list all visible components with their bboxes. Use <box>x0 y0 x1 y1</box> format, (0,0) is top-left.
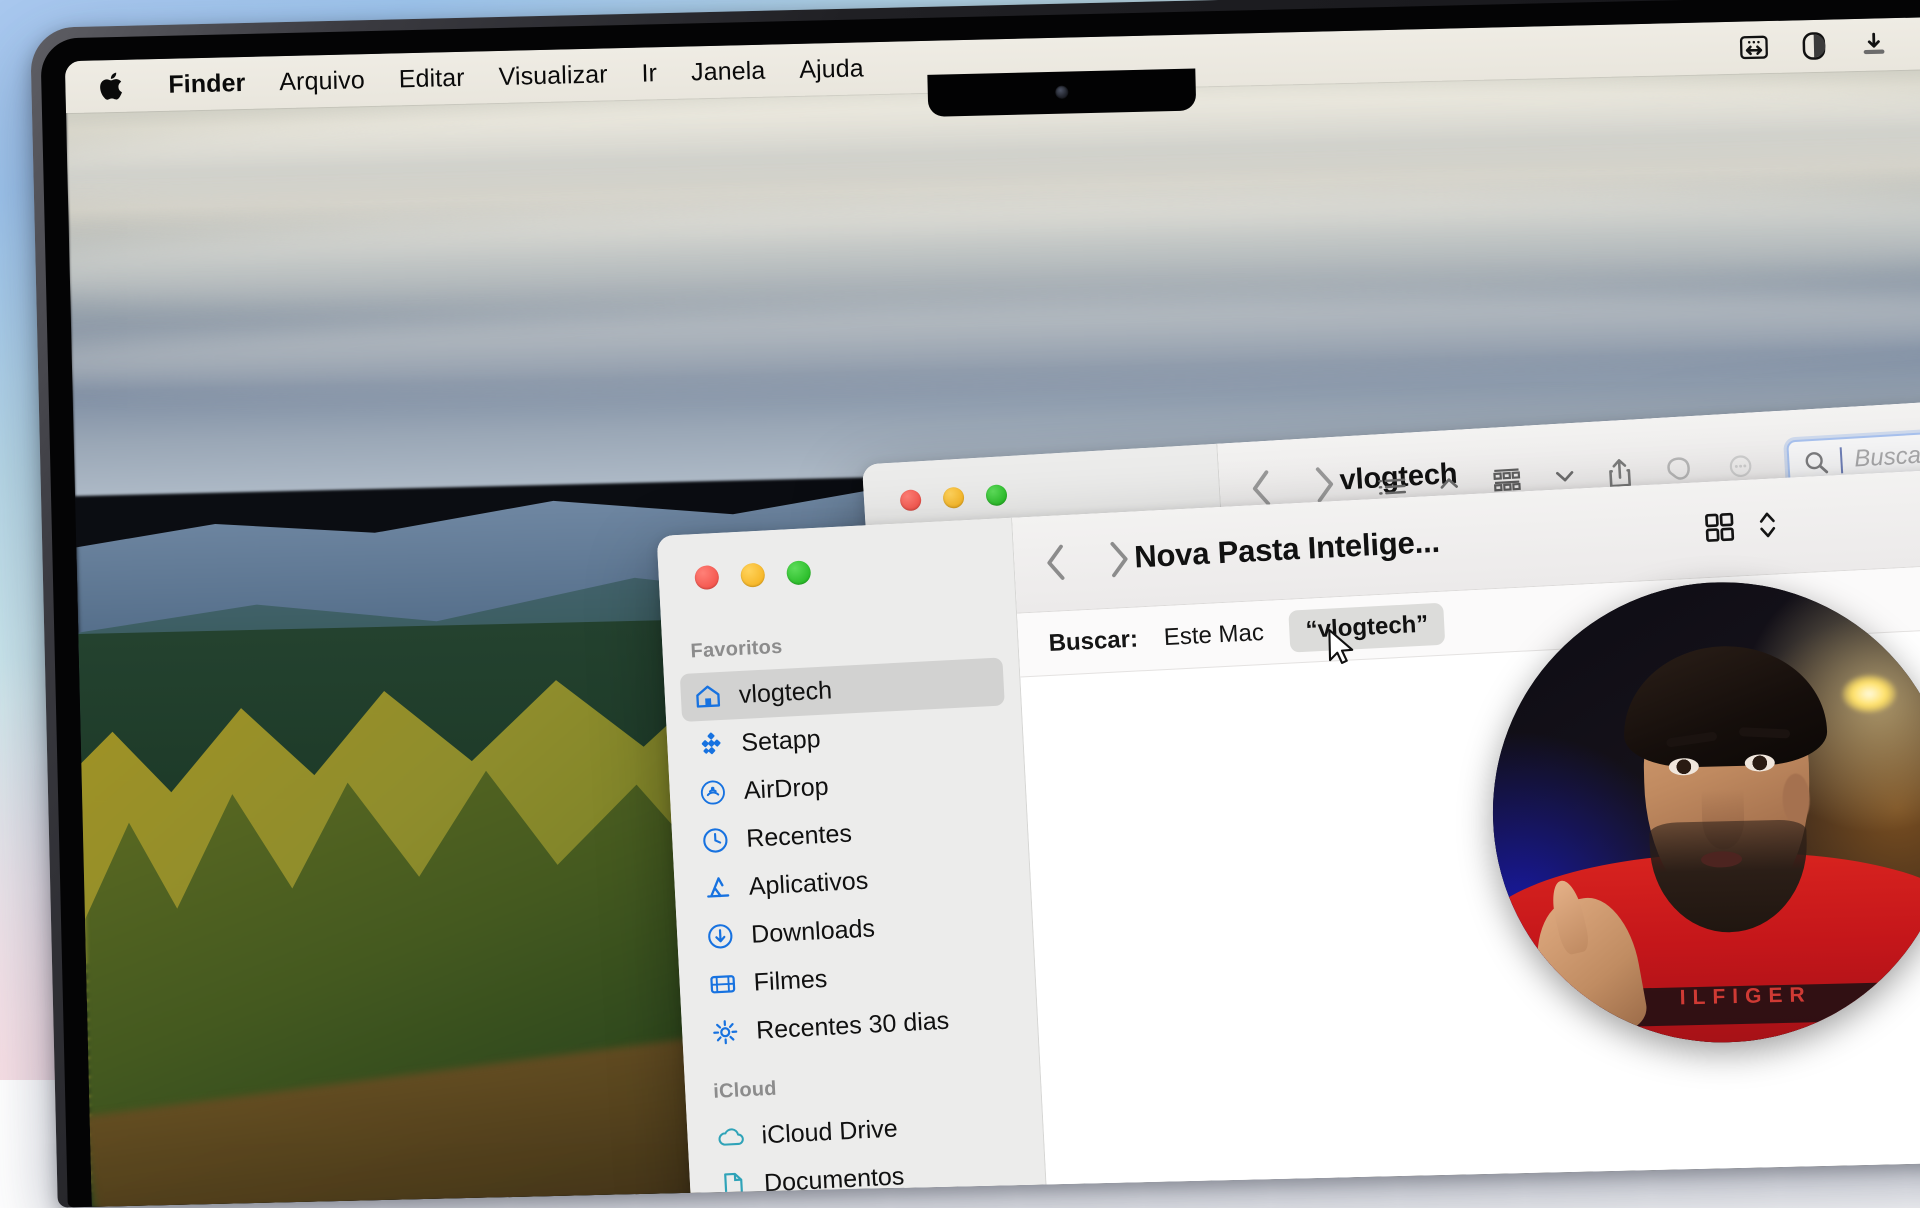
applications-icon <box>702 873 734 905</box>
sidebar-label: Aplicativos <box>748 866 869 901</box>
chevron-right-icon[interactable] <box>1107 540 1131 579</box>
home-icon <box>692 681 724 713</box>
nav-arrows <box>1044 540 1132 582</box>
minimize-button[interactable] <box>740 563 765 588</box>
sidebar-label: Filmes <box>753 964 828 997</box>
apple-logo-icon[interactable] <box>99 71 126 102</box>
window-title-foreground: Nova Pasta Intelige... <box>1133 524 1440 576</box>
grid-view-icon[interactable] <box>1703 511 1737 545</box>
chevron-down-icon[interactable] <box>1553 467 1576 486</box>
gear-icon <box>710 1016 742 1048</box>
downloads-icon[interactable] <box>1857 29 1892 60</box>
presenter-webcam-bubble: ILFIGER <box>1488 577 1920 1048</box>
menu-item-finder[interactable]: Finder <box>151 68 263 100</box>
menubar-status-group <box>1736 21 1920 67</box>
more-chevrons-icon[interactable] <box>1723 452 1758 480</box>
tag-icon[interactable] <box>1663 454 1695 486</box>
chevron-left-icon[interactable] <box>1249 469 1273 508</box>
cloud-icon <box>715 1121 747 1153</box>
shield-icon[interactable] <box>1917 28 1920 59</box>
menubar-left-group: Finder Arquivo Editar Visualizar Ir Jane… <box>65 53 881 102</box>
sidebar-label: AirDrop <box>743 772 829 805</box>
sidebar-label: Recentes 30 dias <box>755 1006 949 1045</box>
maximize-button[interactable] <box>985 484 1007 506</box>
sidebar-foreground-window: Favoritos vlogtech Setapp <box>657 518 1049 1207</box>
macbook-notch <box>927 69 1196 117</box>
scope-este-mac[interactable]: Este Mac <box>1163 618 1264 651</box>
chevron-up-icon[interactable] <box>1438 474 1461 493</box>
presenter-eye-right <box>1745 754 1775 772</box>
maximize-button[interactable] <box>786 560 811 585</box>
display-mirroring-icon[interactable] <box>1737 32 1772 63</box>
facetime-camera-icon <box>1055 86 1068 99</box>
minimize-button[interactable] <box>942 487 964 509</box>
sidebar-label: iCloud Drive <box>761 1114 898 1150</box>
menu-item-editar[interactable]: Editar <box>381 63 482 94</box>
chevron-right-icon[interactable] <box>1313 465 1337 504</box>
menu-item-ir[interactable]: Ir <box>624 58 674 88</box>
download-circle-icon <box>705 921 737 953</box>
sidebar-label: vlogtech <box>738 676 832 710</box>
search-icon <box>1803 449 1829 475</box>
chevron-updown-icon[interactable] <box>1757 508 1779 541</box>
laptop-screen: Finder Arquivo Editar Visualizar Ir Jane… <box>65 14 1920 1207</box>
group-view-icon[interactable] <box>1489 465 1525 495</box>
chevron-left-icon[interactable] <box>1044 543 1068 582</box>
sidebar-label: Recentes <box>746 819 853 853</box>
search-placeholder: Buscar <box>1854 441 1920 473</box>
sidebar-label: Downloads <box>751 914 876 949</box>
buscar-label: Buscar: <box>1048 625 1139 658</box>
sidebar-label: Setapp <box>741 724 822 757</box>
dark-mode-toggle-icon[interactable] <box>1797 31 1832 62</box>
menu-item-janela[interactable]: Janela <box>674 56 783 88</box>
close-button[interactable] <box>900 489 922 511</box>
close-button[interactable] <box>694 565 719 590</box>
macbook-device: Finder Arquivo Editar Visualizar Ir Jane… <box>30 0 1920 1208</box>
text-caret <box>1840 447 1844 473</box>
menu-item-ajuda[interactable]: Ajuda <box>782 53 881 84</box>
list-view-icon[interactable] <box>1375 473 1408 501</box>
document-icon <box>717 1169 749 1201</box>
clock-icon <box>700 825 732 857</box>
scope-chip-vlogtech[interactable]: “vlogtech” <box>1289 602 1446 652</box>
airdrop-icon <box>697 777 729 809</box>
menu-item-arquivo[interactable]: Arquivo <box>262 65 382 97</box>
view-controls-group <box>1703 508 1779 544</box>
menu-item-visualizar[interactable]: Visualizar <box>481 60 625 92</box>
mouse-pointer <box>1326 627 1355 668</box>
setapp-icon <box>695 729 727 761</box>
film-icon <box>707 969 739 1001</box>
sidebar-label: Documentos <box>763 1162 905 1198</box>
